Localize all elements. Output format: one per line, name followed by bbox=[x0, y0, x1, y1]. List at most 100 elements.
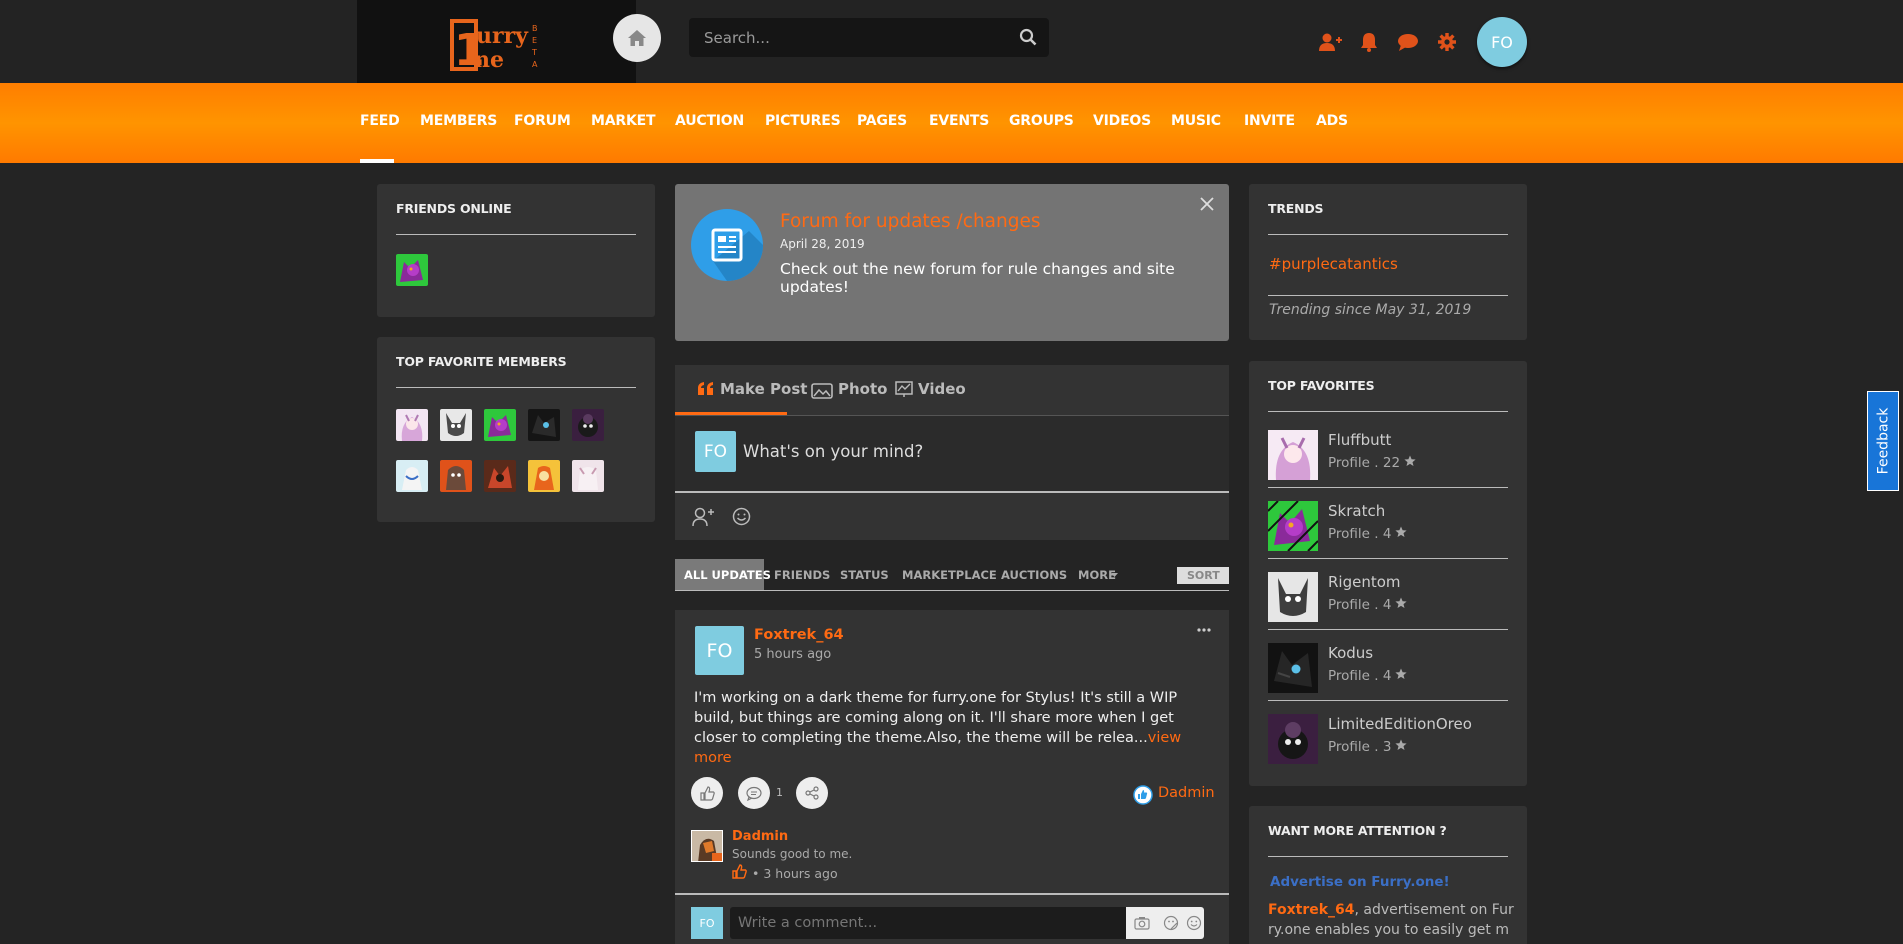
nav-item-events[interactable]: EVENTS bbox=[929, 113, 989, 129]
top-favorite-profile[interactable]: Profile . 4 bbox=[1328, 526, 1408, 542]
star-icon bbox=[1395, 526, 1408, 537]
sort-dropdown[interactable]: SORT bbox=[1177, 567, 1229, 584]
notifications-bell-icon[interactable] bbox=[1360, 32, 1378, 52]
top-favorite-avatar[interactable] bbox=[1268, 714, 1318, 764]
sticker-icon[interactable] bbox=[1163, 915, 1179, 931]
filter-auctions[interactable]: AUCTIONS bbox=[1001, 568, 1067, 582]
user-avatar[interactable]: FO bbox=[1477, 17, 1527, 67]
site-logo[interactable]: 1 urry ne B E T A bbox=[448, 17, 543, 72]
favorite-member-avatar[interactable] bbox=[484, 460, 516, 492]
nav-item-forum[interactable]: FORUM bbox=[514, 113, 571, 129]
tab-photo[interactable]: Photo bbox=[838, 380, 887, 398]
tag-friends-icon[interactable] bbox=[692, 507, 714, 527]
nav-item-ads[interactable]: ADS bbox=[1316, 113, 1348, 129]
nav-item-pictures[interactable]: PICTURES bbox=[765, 113, 841, 129]
like-button[interactable] bbox=[691, 777, 723, 809]
nav-item-feed[interactable]: FEED bbox=[360, 113, 400, 129]
nav-item-pages[interactable]: PAGES bbox=[857, 113, 907, 129]
divider bbox=[675, 893, 1229, 895]
top-favorite-avatar[interactable] bbox=[1268, 572, 1318, 622]
svg-text:E: E bbox=[532, 36, 537, 45]
nav-item-invite[interactable]: INVITE bbox=[1244, 113, 1295, 129]
favorite-member-avatar[interactable] bbox=[484, 409, 516, 441]
comment-input-wrap bbox=[730, 907, 1204, 939]
emoji-icon[interactable] bbox=[732, 507, 751, 526]
active-nav-indicator bbox=[360, 159, 394, 163]
favorite-member-avatar[interactable] bbox=[572, 460, 604, 492]
thumbs-up-icon bbox=[699, 785, 715, 801]
nav-item-auction[interactable]: AUCTION bbox=[675, 113, 744, 129]
favorite-member-avatar[interactable] bbox=[572, 409, 604, 441]
liked-by-user[interactable]: Dadmin bbox=[1158, 785, 1215, 801]
want-attention-title: WANT MORE ATTENTION ? bbox=[1268, 823, 1447, 838]
top-favorite-score: Profile . 4 bbox=[1328, 668, 1392, 684]
top-favorite-avatar[interactable] bbox=[1268, 501, 1318, 551]
tab-make-post[interactable]: Make Post bbox=[720, 380, 807, 398]
favorite-member-avatar[interactable] bbox=[528, 460, 560, 492]
star-icon bbox=[1395, 597, 1408, 608]
comment-button[interactable] bbox=[738, 777, 770, 809]
camera-icon[interactable] bbox=[1134, 916, 1150, 930]
search-icon[interactable] bbox=[1019, 28, 1037, 46]
quote-icon bbox=[698, 382, 713, 395]
nav-item-members[interactable]: MEMBERS bbox=[420, 113, 497, 129]
top-favorite-avatar[interactable] bbox=[1268, 430, 1318, 480]
top-favorite-name[interactable]: Kodus bbox=[1328, 644, 1373, 662]
top-favorite-profile[interactable]: Profile . 4 bbox=[1328, 597, 1408, 613]
top-favorite-name[interactable]: Fluffbutt bbox=[1328, 431, 1391, 449]
nav-item-music[interactable]: MUSIC bbox=[1171, 113, 1221, 129]
nav-item-videos[interactable]: VIDEOS bbox=[1093, 113, 1151, 129]
attention-user[interactable]: Foxtrek_64 bbox=[1268, 902, 1355, 918]
filter-status[interactable]: STATUS bbox=[840, 568, 889, 582]
emoji-icon[interactable] bbox=[1186, 915, 1202, 931]
filter-marketplace[interactable]: MARKETPLACE bbox=[902, 568, 997, 582]
top-favorites-panel: TOP FAVORITES Fluffbutt Profile . 22 Skrat… bbox=[1249, 361, 1527, 786]
divider bbox=[1268, 700, 1508, 701]
trend-tag[interactable]: #purplecatantics bbox=[1269, 255, 1398, 273]
favorite-member-avatar[interactable] bbox=[440, 460, 472, 492]
top-favorite-profile[interactable]: Profile . 4 bbox=[1328, 668, 1408, 684]
favorite-member-avatar[interactable] bbox=[396, 460, 428, 492]
nav-item-market[interactable]: MARKET bbox=[591, 113, 656, 129]
filter-friends[interactable]: FRIENDS bbox=[774, 568, 830, 582]
tab-video[interactable]: Video bbox=[918, 380, 966, 398]
post-options-icon[interactable] bbox=[1197, 628, 1211, 632]
announcement-title[interactable]: Forum for updates /changes bbox=[780, 211, 1041, 232]
favorite-member-avatar[interactable] bbox=[396, 409, 428, 441]
feedback-label: Feedback bbox=[1875, 407, 1892, 475]
share-button[interactable] bbox=[796, 777, 828, 809]
post-author-name[interactable]: Foxtrek_64 bbox=[754, 627, 844, 643]
favorite-member-avatar[interactable] bbox=[440, 409, 472, 441]
comment-input[interactable] bbox=[730, 907, 1120, 939]
composer-input-area[interactable]: FO What's on your mind? bbox=[675, 416, 1229, 491]
nav-item-groups[interactable]: GROUPS bbox=[1009, 113, 1074, 129]
top-favorite-profile[interactable]: Profile . 3 bbox=[1328, 739, 1408, 755]
composer-placeholder[interactable]: What's on your mind? bbox=[743, 442, 923, 461]
search-input[interactable] bbox=[689, 18, 1009, 57]
top-favorite-profile[interactable]: Profile . 22 bbox=[1328, 455, 1416, 471]
close-icon[interactable] bbox=[1200, 197, 1214, 211]
feedback-tab[interactable]: Feedback bbox=[1867, 391, 1899, 491]
announcement-date: April 28, 2019 bbox=[780, 237, 865, 251]
commenter-avatar[interactable] bbox=[691, 830, 723, 862]
top-favorite-name[interactable]: LimitedEditionOreo bbox=[1328, 715, 1472, 733]
news-icon bbox=[691, 209, 763, 281]
settings-gear-icon[interactable] bbox=[1437, 32, 1457, 52]
top-favorite-name[interactable]: Skratch bbox=[1328, 502, 1385, 520]
home-button[interactable] bbox=[613, 14, 661, 62]
post-author-avatar[interactable]: FO bbox=[695, 626, 744, 675]
divider bbox=[1268, 629, 1508, 630]
comment-author[interactable]: Dadmin bbox=[732, 829, 788, 844]
filter-all-updates[interactable]: ALL UPDATES bbox=[684, 568, 771, 582]
comment-like-icon[interactable] bbox=[732, 864, 747, 879]
top-favorite-avatar[interactable] bbox=[1268, 643, 1318, 693]
add-friend-icon[interactable] bbox=[1318, 32, 1342, 52]
advertise-link[interactable]: Advertise on Furry.one! bbox=[1270, 874, 1450, 890]
top-favorite-name[interactable]: Rigentom bbox=[1328, 573, 1401, 591]
online-friend-avatar[interactable] bbox=[396, 254, 428, 286]
top-favorite-members-panel: TOP FAVORITE MEMBERS bbox=[377, 337, 655, 522]
trends-title: TRENDS bbox=[1268, 201, 1324, 216]
divider bbox=[1268, 856, 1508, 857]
favorite-member-avatar[interactable] bbox=[528, 409, 560, 441]
messages-icon[interactable] bbox=[1397, 32, 1419, 52]
